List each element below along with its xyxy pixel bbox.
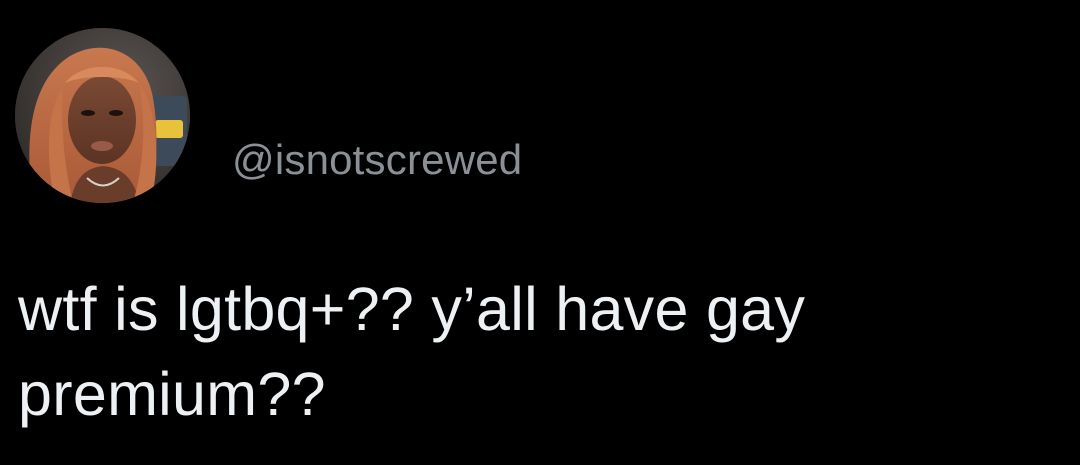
user-handle[interactable]: @isnotscrewed (232, 139, 522, 181)
tweet-text-line-1: wtf is lgtbq+?? y’all have gay (18, 275, 806, 343)
profile-photo-icon (15, 28, 190, 203)
tweet-text-line-2: premium?? (18, 360, 326, 428)
tweet-card: @isnotscrewed wtf is lgtbq+?? y’all have… (0, 0, 1080, 465)
tweet-text: wtf is lgtbq+?? y’all have gay premium?? (18, 267, 1063, 437)
avatar[interactable] (15, 28, 190, 203)
